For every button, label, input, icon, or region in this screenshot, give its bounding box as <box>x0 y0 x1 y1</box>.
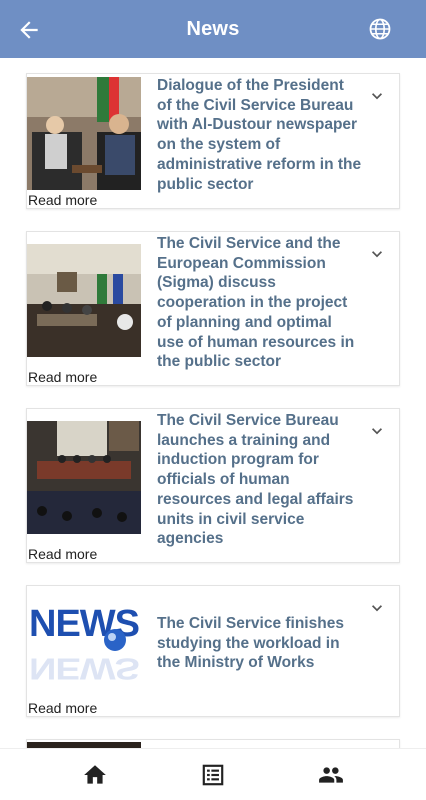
read-more-link[interactable]: Read more <box>28 700 97 716</box>
read-more-link[interactable]: Read more <box>28 546 97 562</box>
page-title: News <box>186 17 240 40</box>
chevron-down-icon[interactable] <box>367 244 387 264</box>
news-title[interactable]: The Civil Service Bureau launches a trai… <box>157 411 362 549</box>
news-card[interactable] <box>26 739 400 748</box>
svg-text:NEWS: NEWS <box>29 651 139 685</box>
news-card[interactable]: The Civil Service Bureau launches a trai… <box>26 408 400 563</box>
news-list: Dialogue of the President of the Civil S… <box>0 58 426 748</box>
news-card[interactable]: Dialogue of the President of the Civil S… <box>26 73 400 209</box>
news-thumbnail <box>27 77 141 190</box>
news-thumbnail: NEWS NEWS <box>27 588 141 698</box>
list-icon[interactable] <box>200 762 226 788</box>
chevron-down-icon[interactable] <box>367 86 387 106</box>
chevron-down-icon[interactable] <box>367 421 387 441</box>
news-title[interactable]: The Civil Service finishes studying the … <box>157 614 362 673</box>
news-title[interactable]: Dialogue of the President of the Civil S… <box>157 76 362 194</box>
news-thumbnail <box>27 244 141 357</box>
bottom-navigation <box>0 748 426 800</box>
news-card[interactable]: The Civil Service and the European Commi… <box>26 231 400 386</box>
read-more-link[interactable]: Read more <box>28 369 97 385</box>
app-bar: News <box>0 0 426 58</box>
home-icon[interactable] <box>82 762 108 788</box>
arrow-left-icon[interactable] <box>16 17 42 43</box>
read-more-link[interactable]: Read more <box>28 192 97 208</box>
globe-icon[interactable] <box>368 17 392 41</box>
news-title[interactable]: The Civil Service and the European Commi… <box>157 234 362 372</box>
news-thumbnail <box>27 421 141 534</box>
chevron-down-icon[interactable] <box>367 598 387 618</box>
news-card[interactable]: NEWS NEWS The Civil Service finishes stu… <box>26 585 400 717</box>
people-icon[interactable] <box>318 762 344 788</box>
